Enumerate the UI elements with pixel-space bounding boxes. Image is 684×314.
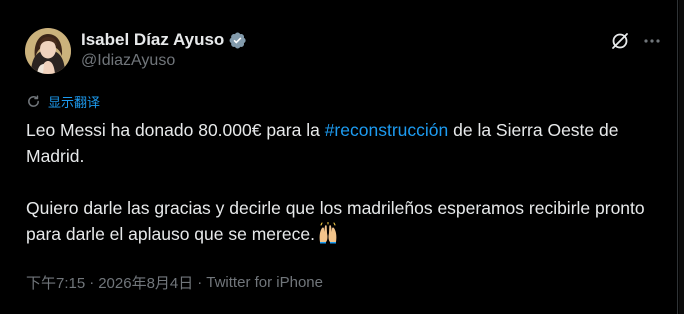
avatar-image [25,28,71,74]
name-row: Isabel Díaz Ayuso [81,29,247,51]
hashtag-link[interactable]: #reconstrucción [325,120,449,140]
more-icon[interactable] [641,30,663,52]
avatar[interactable] [25,28,71,74]
tweet-text-segment: Leo Messi ha donado 80.000€ para la [26,120,325,140]
meta-separator: · [89,274,95,291]
author-handle[interactable]: @IdiazAyuso [81,52,247,70]
show-translation-label[interactable]: 显示翻译 [48,92,100,111]
show-translation-link[interactable]: 显示翻译 [26,92,100,110]
translate-icon [26,94,41,109]
tweet-paragraph-1: Leo Messi ha donado 80.000€ para la #rec… [26,117,666,169]
raising-hands-emoji-icon [317,221,339,244]
verified-badge-icon [228,31,247,50]
tweet-paragraph-2: Quiero darle las gracias y decirle que l… [26,195,666,247]
tweet-source: Twitter for iPhone [206,274,323,291]
scrollbar[interactable] [679,0,684,314]
tweet-date[interactable]: 2026年8月4日 [98,272,193,293]
tweet-meta: 下午7:15 · 2026年8月4日 · Twitter for iPhone [26,272,323,293]
author-display-name[interactable]: Isabel Díaz Ayuso [81,30,224,50]
meta-separator: · [197,274,203,291]
author-block: Isabel Díaz Ayuso @IdiazAyuso [81,29,247,70]
tweet-text: Leo Messi ha donado 80.000€ para la #rec… [26,117,666,247]
grok-icon[interactable] [609,30,631,52]
tweet-card: Isabel Díaz Ayuso @IdiazAyuso 显示翻译 Leo M… [0,0,678,314]
tweet-time[interactable]: 下午7:15 [26,272,85,293]
